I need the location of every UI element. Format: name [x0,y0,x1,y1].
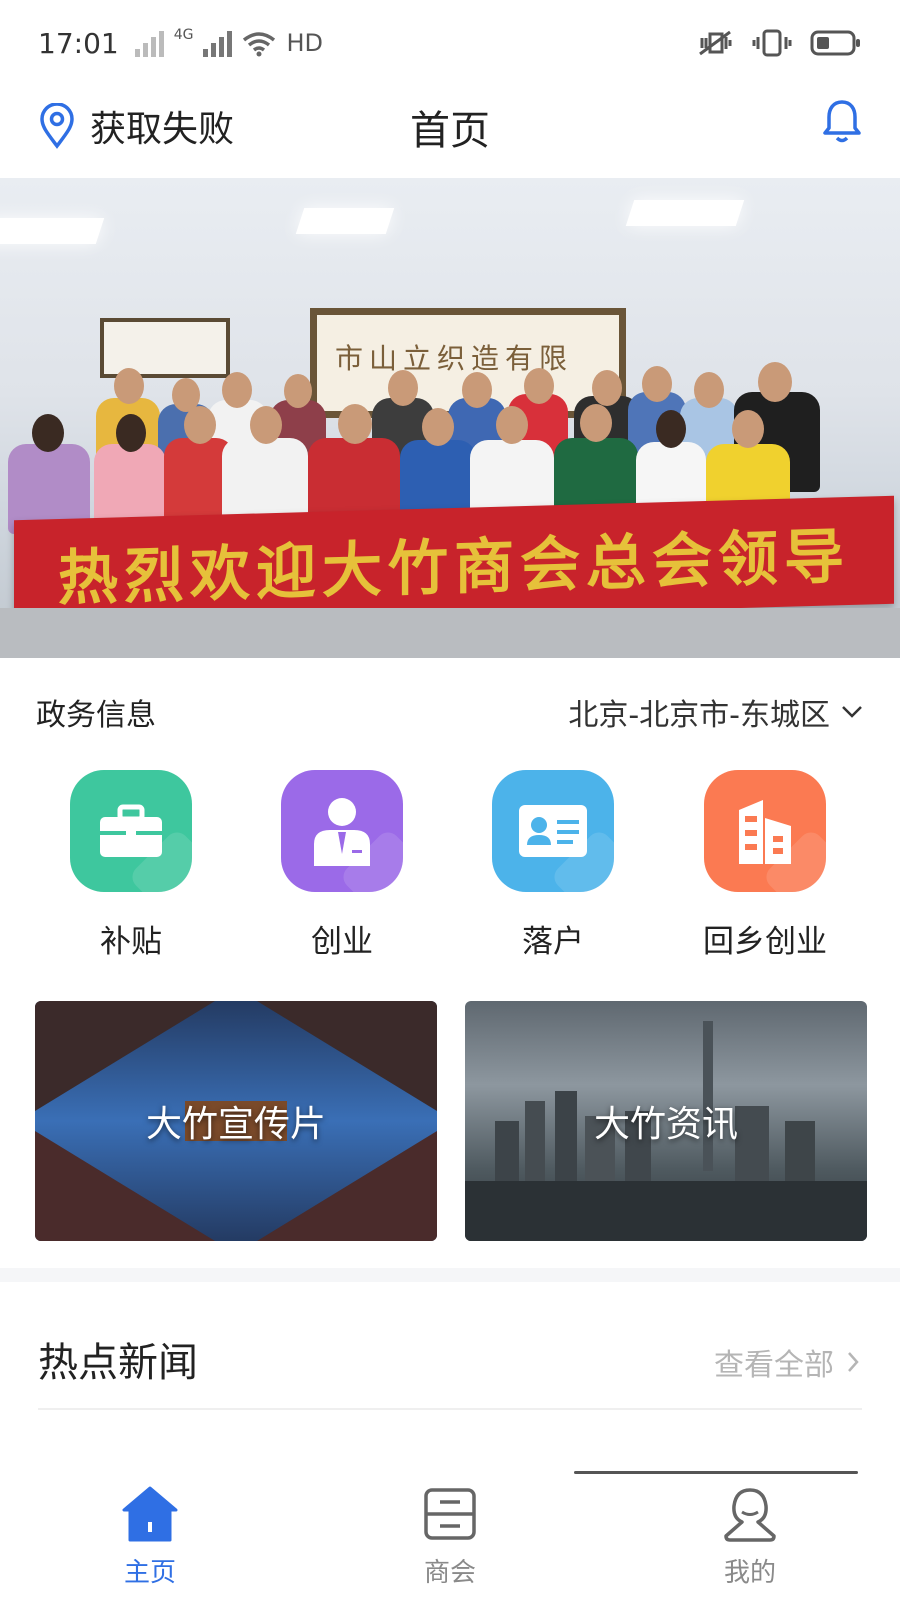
region-selector[interactable]: 北京-北京市-东城区 [568,690,864,734]
bell-icon [823,100,861,143]
nav-profile[interactable]: 我的 [670,1484,830,1589]
nav-chamber[interactable]: 商会 [370,1484,530,1589]
news-divider [38,1408,862,1410]
region-text: 北京-北京市-东城区 [568,698,830,733]
user-icon [724,1488,776,1542]
status-bar: 17:01 4G HD [0,0,900,86]
vibrate-icon [752,29,792,57]
hot-news-header: 热点新闻 查看全部 [0,1300,900,1410]
chevron-right-icon [848,1352,859,1372]
hot-news-title: 热点新闻 [38,1340,198,1386]
nav-home[interactable]: 主页 [70,1484,230,1589]
service-startup[interactable]: 创业 [242,770,442,961]
welcome-text: 热烈欢迎大竹商会总会领导 [58,521,850,614]
hd-indicator: HD [286,29,323,57]
service-subsidy[interactable]: 补贴 [31,770,231,961]
service-label: 补贴 [100,924,162,960]
wifi-icon [243,32,276,57]
floor [0,608,900,658]
app-header: 获取失败 首页 [0,86,900,178]
service-label: 回乡创业 [703,924,827,960]
signal-group: 4G HD [134,27,323,57]
id-card-icon [492,770,614,892]
news-feed-card[interactable]: 大竹资讯 [465,1001,867,1241]
service-hometown-startup[interactable]: 回乡创业 [665,770,865,961]
nav-label: 我的 [723,1558,776,1588]
ceiling-light [295,208,395,234]
section-divider [0,1268,900,1282]
status-time: 17:01 [38,26,119,60]
banner-carousel[interactable]: 市山立织造有限 热烈欢迎大竹商会总会领导 [0,178,900,658]
promo-video-card[interactable]: 大竹宣传片 [35,1001,437,1241]
battery-icon [810,30,860,56]
ceiling-light [625,200,745,226]
service-label: 落户 [522,924,584,960]
gov-info-title: 政务信息 [36,698,156,733]
service-grid: 补贴 创业 落户 回乡创业 [0,770,900,970]
notification-button[interactable] [822,98,862,148]
service-residency[interactable]: 落户 [453,770,653,961]
briefcase-icon [70,770,192,892]
view-all-link[interactable]: 查看全部 [714,1340,860,1384]
vibrate-off-icon [699,30,732,56]
feature-cards: 大竹宣传片 大竹资讯 [0,1001,900,1241]
businessman-icon [281,770,403,892]
home-icon [122,1486,178,1542]
building-icon [704,770,826,892]
archive-icon [424,1488,476,1540]
ceiling-light [0,218,105,244]
signal-icon [203,31,233,57]
page-title: 首页 [410,108,490,154]
status-right-group [696,28,862,58]
nav-label: 商会 [423,1558,476,1588]
service-label: 创业 [311,924,373,960]
card-label: 大竹资讯 [593,1104,738,1145]
view-all-text: 查看全部 [714,1348,834,1383]
network-type: 4G [173,27,194,43]
chevron-down-icon [842,706,862,718]
signal-icon [134,31,164,57]
card-label: 大竹宣传片 [145,1104,326,1145]
bottom-nav: 主页 商会 我的 [0,1474,900,1600]
nav-label: 主页 [123,1558,176,1588]
gov-info-row: 政务信息 北京-北京市-东城区 [0,680,900,740]
